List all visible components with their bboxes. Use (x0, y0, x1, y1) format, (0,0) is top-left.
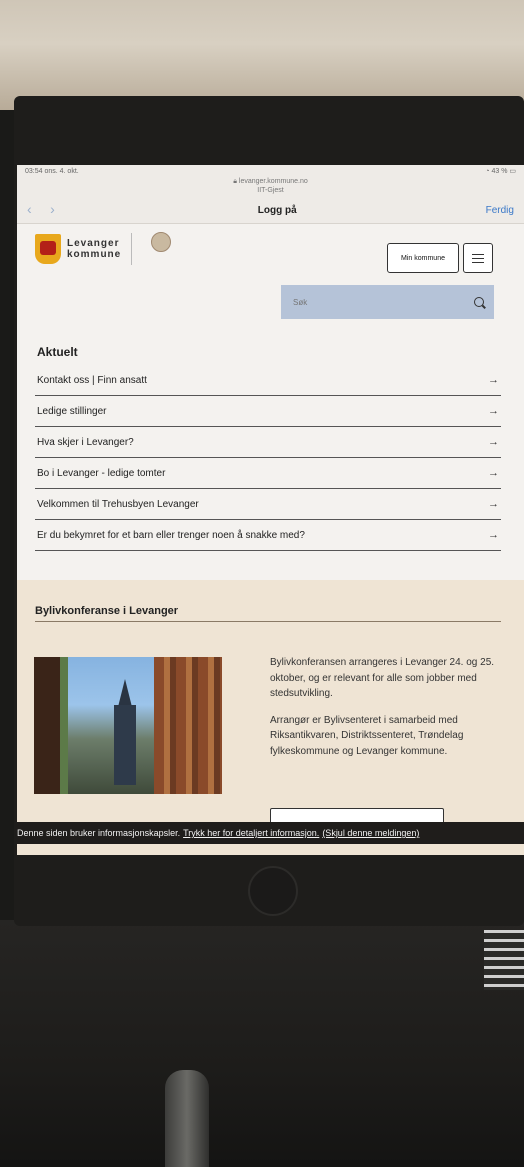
list-item[interactable]: Hva skjer i Levanger? → (35, 427, 501, 458)
home-button[interactable] (248, 866, 298, 916)
list-item-label: Kontakt oss | Finn ansatt (37, 374, 147, 386)
desk-surface (0, 920, 524, 1167)
arrow-right-icon: → (488, 467, 499, 479)
list-item[interactable]: Bo i Levanger - ledige tomter → (35, 458, 501, 489)
network-name: IIT-Gjest (257, 187, 284, 194)
list-item-label: Bo i Levanger - ledige tomter (37, 467, 166, 479)
feature-paragraph-1: Bylivkonferansen arrangeres i Levanger 2… (270, 657, 495, 699)
image-foliage (60, 657, 68, 794)
lock-icon: 🔒︎ (233, 178, 237, 185)
status-bar: 03:54 ons. 4. okt. ◔ 43 % ▭ (17, 165, 524, 177)
forward-chevron-icon[interactable]: › (50, 201, 55, 217)
list-item-label: Ledige stillinger (37, 405, 107, 417)
aktuelt-list: Kontakt oss | Finn ansatt → Ledige stilli… (35, 365, 501, 551)
url-text: levanger.kommune.no (238, 178, 308, 185)
cookie-details-link[interactable]: Trykk her for detaljert informasjon. (183, 828, 319, 838)
feature-heading: Bylivkonferanse i Levanger (35, 605, 179, 617)
browser-navbar: ‹ › Logg på Ferdig (17, 197, 524, 224)
url-bar[interactable]: 🔒︎ levanger.kommune.no IIT-Gjest (17, 177, 524, 197)
cookie-banner: Denne siden bruker informasjonskapsler. … (17, 822, 524, 844)
list-item[interactable]: Kontakt oss | Finn ansatt → (35, 365, 501, 396)
cookie-hide-link[interactable]: (Skjul denne meldingen) (322, 828, 419, 838)
search-icon[interactable] (474, 297, 484, 307)
search-box[interactable] (281, 285, 494, 319)
logo-line-1: Levanger (67, 238, 120, 249)
aktuelt-heading: Aktuelt (37, 345, 78, 359)
arrow-right-icon: → (488, 436, 499, 448)
logo-divider (131, 233, 133, 265)
battery-indicator: ◔ 43 % ▭ (485, 168, 516, 175)
list-item[interactable]: Ledige stillinger → (35, 396, 501, 427)
image-building (154, 657, 222, 794)
menu-line (472, 261, 484, 263)
logo-line-2: kommune (67, 249, 122, 260)
list-item-label: Velkommen til Trehusbyen Levanger (37, 498, 199, 510)
cookie-text: Denne siden bruker informasjonskapsler. (17, 828, 181, 838)
arrow-right-icon: → (488, 498, 499, 510)
background-wall (0, 0, 524, 110)
min-kommune-button[interactable]: Min kommune (387, 243, 459, 273)
levanger-coat-of-arms-icon[interactable] (35, 234, 61, 264)
status-time: 03:54 ons. 4. okt. (25, 167, 79, 175)
feature-image[interactable] (34, 657, 222, 794)
site-logo[interactable]: Levanger kommune (67, 238, 121, 260)
feature-paragraph-2: Arrangør er Bylivsenteret i samarbeid me… (270, 714, 464, 757)
menu-line (472, 253, 484, 255)
arrow-right-icon: → (488, 374, 499, 386)
desk-vent (484, 930, 524, 990)
image-window-frame (34, 657, 60, 794)
list-item[interactable]: Er du bekymret for et barn eller trenger… (35, 520, 501, 551)
arrow-right-icon: → (488, 529, 499, 541)
back-chevron-icon[interactable]: ‹ (27, 201, 32, 217)
done-button[interactable]: Ferdig (486, 205, 514, 216)
arrow-right-icon: → (488, 405, 499, 417)
menu-line (472, 257, 484, 259)
image-church-spire (118, 679, 132, 707)
list-item-label: Hva skjer i Levanger? (37, 436, 134, 448)
browser-title: Logg på (257, 204, 297, 216)
battery-level: 43 % (491, 168, 508, 175)
feature-text: Bylivkonferansen arrangeres i Levanger 2… (270, 655, 506, 770)
list-item[interactable]: Velkommen til Trehusbyen Levanger → (35, 489, 501, 520)
feature-divider (35, 621, 501, 622)
tablet-screen: 03:54 ons. 4. okt. ◔ 43 % ▭ 🔒︎ levanger.… (17, 165, 524, 855)
hamburger-menu-button[interactable] (463, 243, 493, 273)
list-item-label: Er du bekymret for et barn eller trenger… (37, 529, 305, 541)
emblem-icon (151, 232, 172, 252)
charging-cable (165, 1070, 209, 1167)
search-input[interactable] (291, 296, 445, 308)
image-church-tower (114, 705, 136, 785)
partner-emblem (142, 232, 180, 266)
